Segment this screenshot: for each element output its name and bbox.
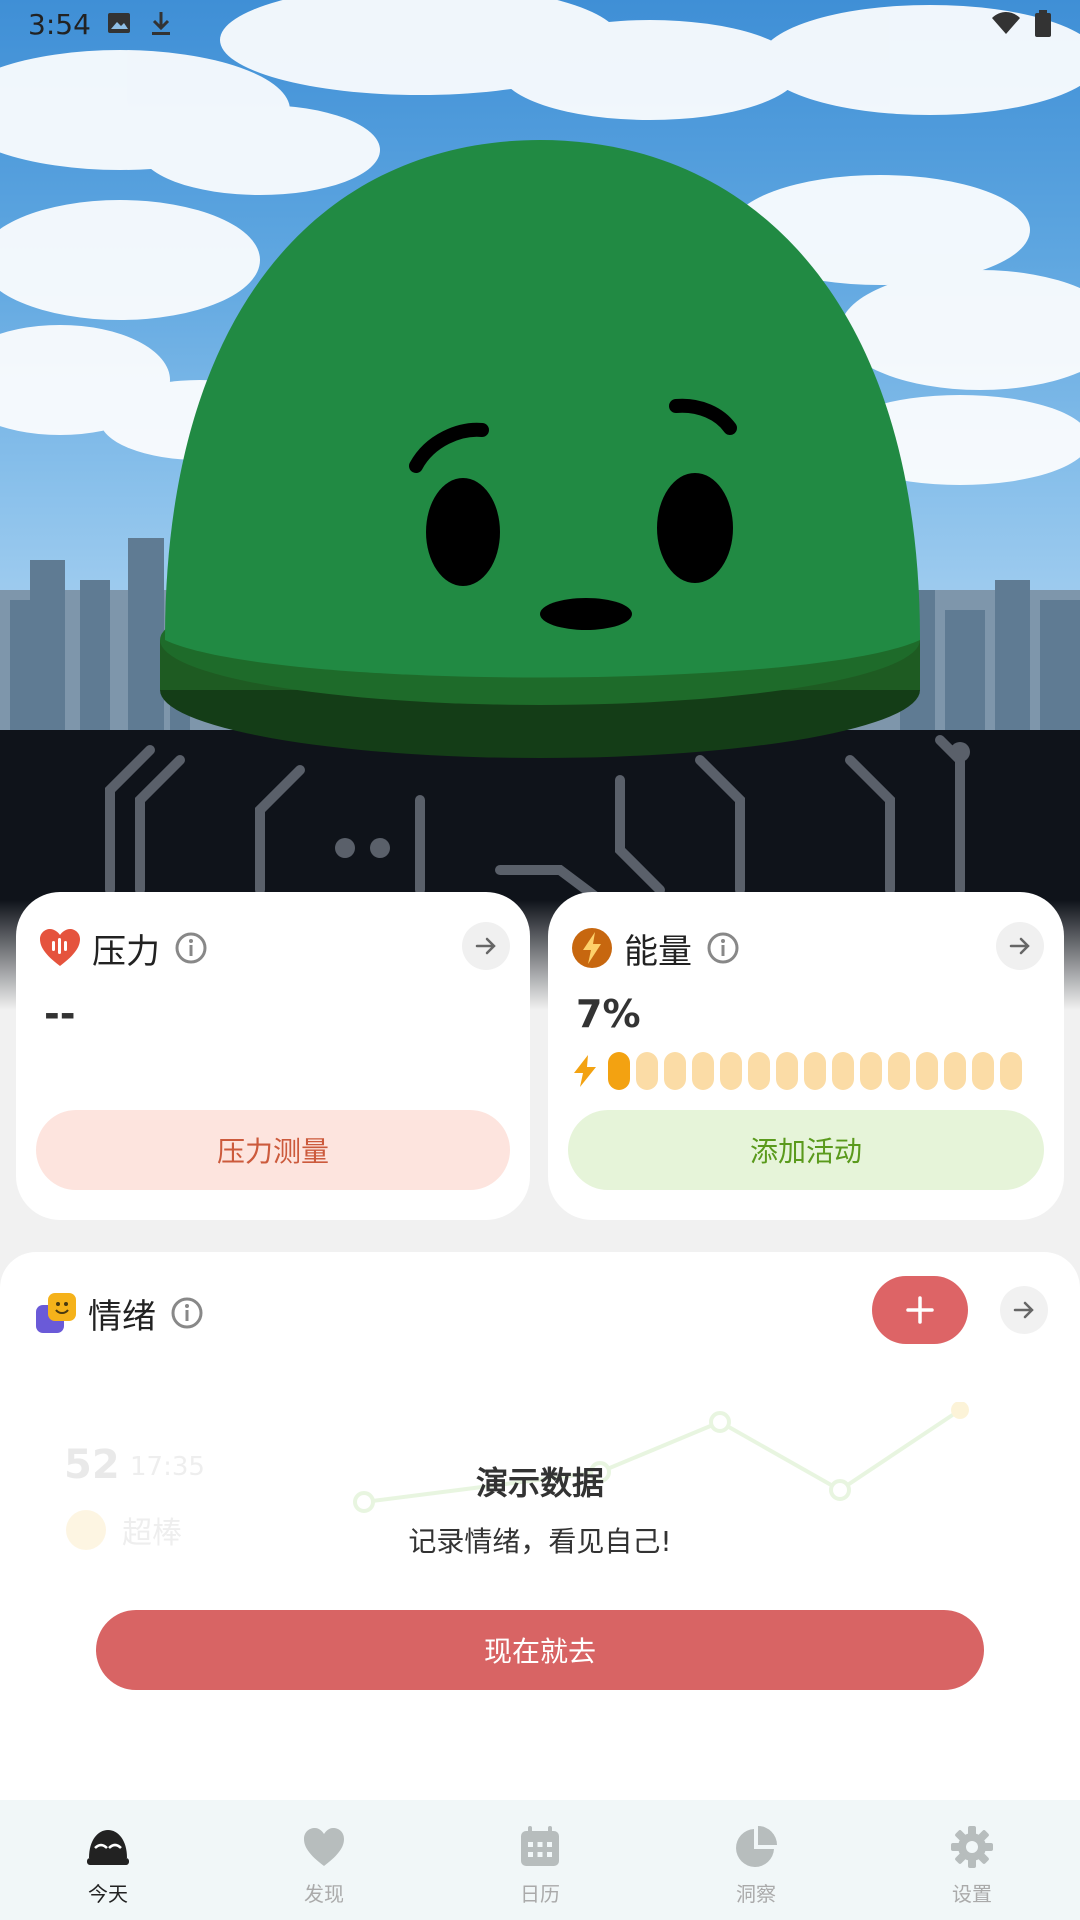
energy-segment — [776, 1052, 798, 1090]
energy-level-bar — [570, 1052, 1028, 1090]
energy-card-title: 能量 — [624, 931, 692, 972]
energy-card[interactable]: 能量 7% 添加活动 — [548, 892, 1064, 1220]
energy-value: 7% — [576, 992, 641, 1036]
charge-bolt-icon — [574, 1055, 596, 1087]
energy-bolt-icon — [572, 928, 612, 968]
circuit-pads — [335, 742, 970, 858]
bottom-navigation: 今天 发现 日历 洞察 设置 — [0, 1800, 1080, 1920]
plus-icon — [906, 1296, 934, 1324]
add-mood-button[interactable] — [872, 1276, 968, 1344]
nav-label-settings: 设置 — [952, 1882, 992, 1906]
nav-label-today: 今天 — [88, 1882, 128, 1906]
wifi-icon — [992, 12, 1020, 34]
stress-card-header: 压力 — [38, 922, 208, 974]
stress-card[interactable]: 压力 -- 压力测量 — [16, 892, 530, 1220]
energy-detail-button[interactable] — [996, 922, 1044, 970]
gear-icon — [951, 1826, 993, 1868]
energy-card-header: 能量 — [570, 922, 740, 974]
today-icon — [87, 1830, 129, 1865]
energy-segment — [664, 1052, 686, 1090]
download-icon — [152, 12, 170, 35]
energy-segment — [832, 1052, 854, 1090]
image-icon — [108, 13, 130, 33]
arrow-right-icon — [1013, 1301, 1034, 1319]
energy-segment — [804, 1052, 826, 1090]
mood-card-header: 情绪 — [34, 1286, 204, 1340]
energy-segment — [860, 1052, 882, 1090]
nav-item-discover[interactable]: 发现 — [216, 1800, 432, 1920]
calendar-icon — [521, 1826, 559, 1866]
energy-segment — [944, 1052, 966, 1090]
nav-label-discover: 发现 — [304, 1882, 344, 1906]
arrow-right-icon — [1009, 937, 1030, 955]
energy-segment — [720, 1052, 742, 1090]
status-time: 3:54 — [28, 8, 91, 41]
mood-card-title: 情绪 — [88, 1296, 156, 1337]
demo-data-subtitle: 记录情绪，看见自己! — [408, 1525, 672, 1558]
heart-icon — [304, 1828, 344, 1866]
energy-segment — [888, 1052, 910, 1090]
stress-measure-button[interactable]: 压力测量 — [36, 1110, 510, 1190]
energy-segment — [692, 1052, 714, 1090]
arrow-right-icon — [475, 937, 496, 955]
nav-label-insights: 洞察 — [736, 1882, 776, 1906]
demo-data-title: 演示数据 — [475, 1464, 604, 1502]
add-activity-button[interactable]: 添加活动 — [568, 1110, 1044, 1190]
stress-value: -- — [44, 992, 76, 1036]
status-bar: 3:54 — [0, 0, 1080, 50]
hero-scene — [0, 0, 1080, 1010]
info-icon[interactable] — [170, 1296, 204, 1330]
energy-segment — [972, 1052, 994, 1090]
stress-detail-button[interactable] — [462, 922, 510, 970]
go-now-button[interactable]: 现在就去 — [96, 1610, 984, 1690]
hero-illustration — [0, 0, 1080, 905]
energy-segment — [748, 1052, 770, 1090]
stress-heart-icon — [40, 929, 80, 966]
nav-item-calendar[interactable]: 日历 — [432, 1800, 648, 1920]
battery-icon — [1035, 10, 1051, 37]
energy-segment — [608, 1052, 630, 1090]
pie-chart-icon — [736, 1826, 777, 1867]
circuit-traces — [105, 735, 965, 905]
nav-item-insights[interactable]: 洞察 — [648, 1800, 864, 1920]
info-icon[interactable] — [706, 931, 740, 965]
energy-segment — [916, 1052, 938, 1090]
stress-card-title: 压力 — [92, 931, 160, 972]
energy-segments — [608, 1052, 1028, 1090]
nav-item-today[interactable]: 今天 — [0, 1800, 216, 1920]
info-icon[interactable] — [174, 931, 208, 965]
nav-label-calendar: 日历 — [520, 1882, 560, 1906]
mood-face-icon — [36, 1293, 76, 1333]
energy-segment — [1000, 1052, 1022, 1090]
mood-detail-button[interactable] — [1000, 1286, 1048, 1334]
nav-item-settings[interactable]: 设置 — [864, 1800, 1080, 1920]
energy-segment — [636, 1052, 658, 1090]
mood-card: 情绪 52 17:35 超棒 演示数据 记录情绪，看见自己! 现在就去 — [0, 1252, 1080, 1800]
